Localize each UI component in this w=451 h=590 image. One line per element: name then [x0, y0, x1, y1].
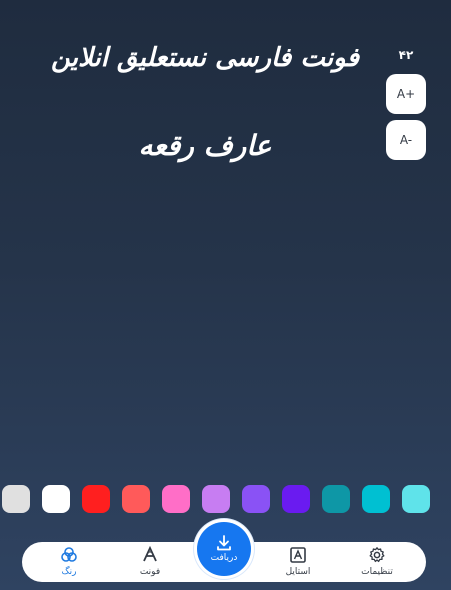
nav-label-color: رنگ [61, 567, 77, 577]
download-label: دریافت [210, 553, 238, 563]
nav-item-font[interactable]: فونت [115, 542, 185, 582]
font-size-value: ۴۲ [398, 48, 414, 62]
color-swatch[interactable] [42, 485, 70, 513]
headline-line-2[interactable]: عارف رقعه [80, 126, 330, 166]
color-swatch[interactable] [322, 485, 350, 513]
color-swatch[interactable] [282, 485, 310, 513]
nav-item-color[interactable]: رنگ [34, 542, 104, 582]
nav-label-style: استایل [285, 567, 311, 577]
nav-label-font: فونت [139, 567, 161, 577]
style-box-icon [290, 547, 306, 563]
nav-item-settings[interactable]: تنظیمات [342, 542, 412, 582]
color-swatch[interactable] [162, 485, 190, 513]
gear-icon [369, 547, 385, 563]
headline-line-1[interactable]: فونت فارسی نستعلیق انلاین [40, 38, 370, 78]
color-swatch[interactable] [402, 485, 430, 513]
nav-item-style[interactable]: استایل [263, 542, 333, 582]
color-swatch[interactable] [362, 485, 390, 513]
download-icon [217, 535, 231, 551]
color-swatch[interactable] [82, 485, 110, 513]
download-button[interactable]: دریافت [197, 522, 251, 576]
nav-label-settings: تنظیمات [361, 567, 393, 577]
increase-font-size-button[interactable]: A+ [386, 74, 426, 114]
palette-circles-icon [61, 547, 77, 562]
color-swatch[interactable] [202, 485, 230, 513]
font-a-icon [143, 546, 157, 562]
color-swatch[interactable] [2, 485, 30, 513]
decrease-font-size-button[interactable]: A- [386, 120, 426, 160]
color-swatch[interactable] [242, 485, 270, 513]
color-swatch[interactable] [122, 485, 150, 513]
